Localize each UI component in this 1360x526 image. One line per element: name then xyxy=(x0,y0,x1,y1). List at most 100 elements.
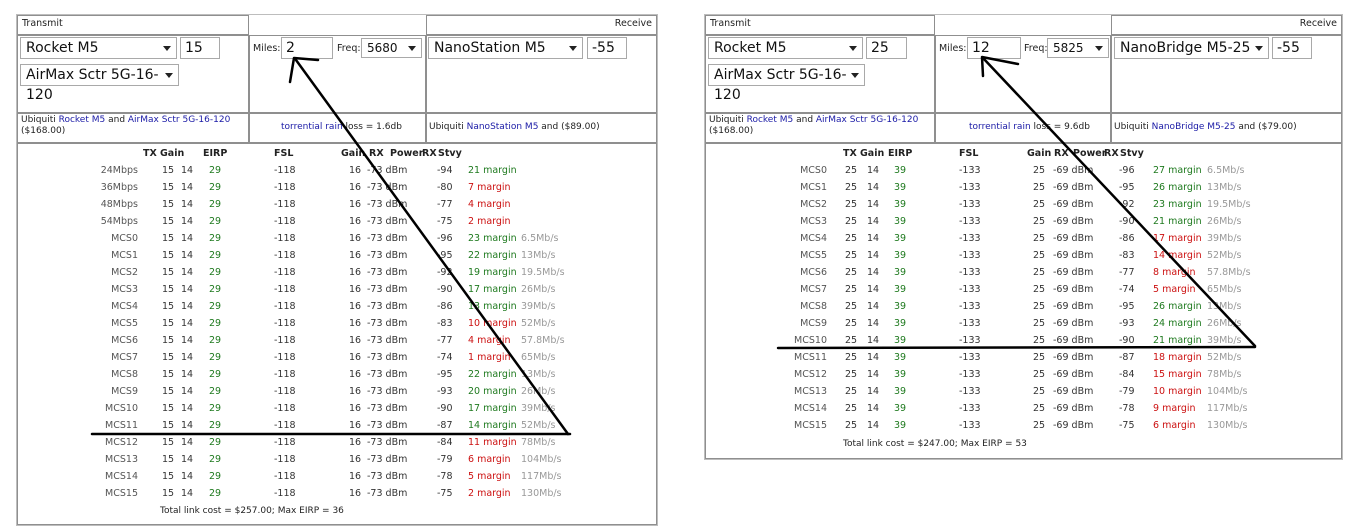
table-row: MCS7 15 14 29 -118 16 -73 dBm -74 1 margin 65Mb/s xyxy=(17,349,657,366)
cell-power: -73 dBm xyxy=(367,420,408,431)
cell-sens: -95 xyxy=(1119,301,1135,312)
cell-power: -69 dBm xyxy=(1053,369,1094,380)
table-row: MCS8 25 14 39 -133 25 -69 dBm -95 26 margin 13Mb/… xyxy=(705,298,1342,315)
table-row: MCS14 25 14 39 -133 25 -69 dBm -78 9 margin 117Mb… xyxy=(705,400,1342,417)
cell-mode: MCS15 xyxy=(794,420,827,431)
cell-tx: 15 xyxy=(162,454,175,465)
table-row: 54Mbps 15 14 29 -118 16 -73 dBm -75 2 margin xyxy=(17,213,657,230)
table-row: MCS5 25 14 39 -133 25 -69 dBm -83 14 margin 52Mb/… xyxy=(705,247,1342,264)
cell-power: -73 dBm xyxy=(367,488,408,499)
cell-margin: 9 margin xyxy=(1153,403,1196,414)
cell-margin: 13 margin xyxy=(468,301,517,312)
cell-margin: 10 margin xyxy=(1153,386,1202,397)
column-header: EIRP xyxy=(203,148,228,159)
right-link-calculator: Transmit Receive Rocket M5 25 AirMax Sct… xyxy=(704,14,1343,460)
cell-power: -69 dBm xyxy=(1053,352,1094,363)
cell-margin: 22 margin xyxy=(468,250,517,261)
cell-tx: 15 xyxy=(162,182,175,193)
column-header: Stvy xyxy=(1120,148,1144,159)
cell-rgain: 25 xyxy=(1033,182,1046,193)
cell-gain: 14 xyxy=(181,318,194,329)
cell-mode: MCS14 xyxy=(105,471,138,482)
cell-margin: 6 margin xyxy=(1153,420,1196,431)
cell-power: -73 dBm xyxy=(367,471,408,482)
cell-rgain: 16 xyxy=(349,165,362,176)
cell-tx: 25 xyxy=(845,233,858,244)
cell-margin: 5 margin xyxy=(1153,284,1196,295)
table-row: MCS0 25 14 39 -133 25 -69 dBm -96 27 margin 6.5Mb… xyxy=(705,162,1342,179)
table-row: 36Mbps 15 14 29 -118 16 -73 dBm -80 7 margin xyxy=(17,179,657,196)
cell-sens: -75 xyxy=(1119,420,1135,431)
cell-power: -69 dBm xyxy=(1053,301,1094,312)
cell-eirp: 29 xyxy=(209,318,222,329)
cell-gain: 14 xyxy=(867,199,880,210)
cell-sens: -83 xyxy=(1119,250,1135,261)
cell-gain: 14 xyxy=(867,318,880,329)
cell-gain: 14 xyxy=(181,301,194,312)
cell-rgain: 16 xyxy=(349,454,362,465)
cell-fsl: -133 xyxy=(959,216,981,227)
cell-sens: -86 xyxy=(1119,233,1135,244)
cell-eirp: 39 xyxy=(894,267,907,278)
cell-mode: MCS0 xyxy=(111,233,138,244)
cell-rate: 39Mb/s xyxy=(1207,233,1242,244)
cell-sens: -84 xyxy=(437,437,453,448)
cell-margin: 21 margin xyxy=(1153,335,1202,346)
cell-mode: 48Mbps xyxy=(100,199,138,210)
column-header: TX xyxy=(843,148,857,159)
cell-mode: MCS12 xyxy=(794,369,827,380)
cell-sens: -90 xyxy=(437,284,453,295)
column-header: Power xyxy=(1073,148,1107,159)
cell-margin: 6 margin xyxy=(468,454,511,465)
cell-margin: 21 margin xyxy=(1153,216,1202,227)
cell-eirp: 29 xyxy=(209,301,222,312)
cell-eirp: 29 xyxy=(209,250,222,261)
cell-mode: MCS13 xyxy=(105,454,138,465)
cell-power: -69 dBm xyxy=(1053,250,1094,261)
cell-rgain: 16 xyxy=(349,403,362,414)
cell-eirp: 39 xyxy=(894,301,907,312)
cell-tx: 15 xyxy=(162,352,175,363)
cell-margin: 27 margin xyxy=(1153,165,1202,176)
cell-gain: 14 xyxy=(181,267,194,278)
cell-mode: MCS7 xyxy=(111,352,138,363)
cell-mode: MCS6 xyxy=(800,267,827,278)
cell-margin: 10 margin xyxy=(468,318,517,329)
cell-power: -73 dBm xyxy=(367,454,408,465)
cell-eirp: 39 xyxy=(894,199,907,210)
cell-fsl: -118 xyxy=(274,420,296,431)
cell-tx: 15 xyxy=(162,420,175,431)
cell-power: -69 dBm xyxy=(1053,335,1094,346)
cell-eirp: 39 xyxy=(894,335,907,346)
cell-fsl: -118 xyxy=(274,165,296,176)
column-header: Gain xyxy=(341,148,366,159)
cell-tx: 15 xyxy=(162,216,175,227)
cell-fsl: -133 xyxy=(959,301,981,312)
cell-gain: 14 xyxy=(181,216,194,227)
table-row: MCS5 15 14 29 -118 16 -73 dBm -83 10 margin 52Mb/… xyxy=(17,315,657,332)
cell-rate: 39Mb/s xyxy=(521,301,556,312)
cell-tx: 15 xyxy=(162,301,175,312)
cell-mode: MCS15 xyxy=(105,488,138,499)
cell-sens: -96 xyxy=(1119,165,1135,176)
cell-tx: 25 xyxy=(845,318,858,329)
cell-fsl: -118 xyxy=(274,403,296,414)
cell-fsl: -133 xyxy=(959,420,981,431)
cell-gain: 14 xyxy=(867,267,880,278)
cell-tx: 15 xyxy=(162,165,175,176)
cell-gain: 14 xyxy=(867,420,880,431)
cell-rgain: 16 xyxy=(349,250,362,261)
cell-tx: 15 xyxy=(162,318,175,329)
cell-fsl: -118 xyxy=(274,233,296,244)
cell-eirp: 39 xyxy=(894,250,907,261)
cell-fsl: -118 xyxy=(274,386,296,397)
cell-rgain: 25 xyxy=(1033,386,1046,397)
cell-tx: 25 xyxy=(845,386,858,397)
cell-mode: MCS4 xyxy=(111,301,138,312)
cell-mode: MCS13 xyxy=(794,386,827,397)
cell-mode: MCS3 xyxy=(111,284,138,295)
cell-rgain: 25 xyxy=(1033,284,1046,295)
cell-eirp: 29 xyxy=(209,403,222,414)
cell-rgain: 25 xyxy=(1033,250,1046,261)
table-row: 48Mbps 15 14 29 -118 16 -73 dBm -77 4 margin xyxy=(17,196,657,213)
